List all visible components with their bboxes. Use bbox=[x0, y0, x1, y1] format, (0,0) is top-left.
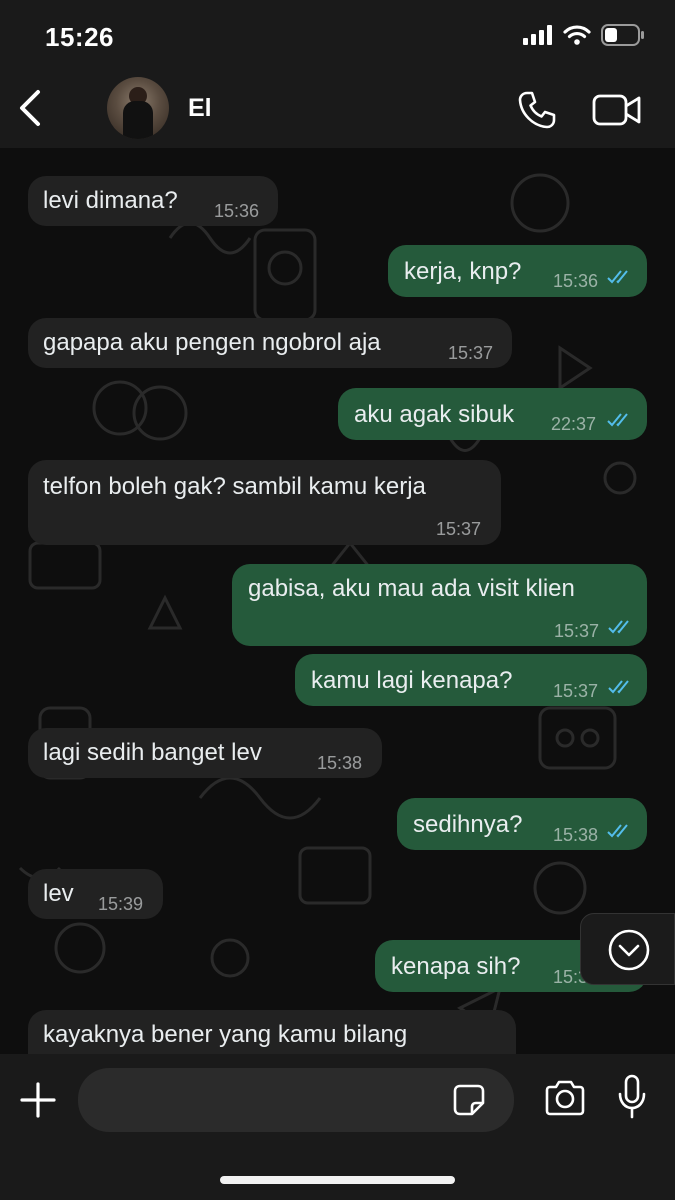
message-time: 15:37 bbox=[554, 621, 600, 641]
message-incoming[interactable]: lagi sedih banget lev 15:38 bbox=[28, 728, 382, 778]
message-outgoing[interactable]: aku agak sibuk 22:37 bbox=[338, 388, 647, 440]
message-text: kamu lagi kenapa? bbox=[311, 667, 513, 694]
microphone-button[interactable] bbox=[616, 1074, 648, 1120]
message-time: 15:37 bbox=[553, 681, 599, 701]
status-time: 15:26 bbox=[45, 22, 114, 52]
home-indicator[interactable] bbox=[220, 1176, 455, 1184]
message-incoming[interactable]: levi dimana? 15:36 bbox=[28, 176, 278, 226]
message-time: 15:37 bbox=[436, 519, 482, 539]
scroll-to-bottom-button[interactable] bbox=[580, 913, 675, 985]
read-ticks-icon bbox=[608, 620, 629, 634]
message-time: 15:38 bbox=[317, 753, 363, 773]
message-outgoing[interactable]: sedihnya? 15:38 bbox=[397, 798, 647, 850]
camera-button[interactable] bbox=[543, 1078, 587, 1118]
contact-name[interactable]: El bbox=[188, 94, 212, 123]
chevron-down-circle-icon bbox=[608, 929, 650, 971]
chat-area[interactable]: levi dimana? 15:36 kerja, knp? 15:36 gap… bbox=[0, 148, 675, 1054]
message-text: kerja, knp? bbox=[404, 258, 522, 285]
chat-header: El bbox=[0, 70, 675, 149]
battery-icon bbox=[601, 24, 644, 46]
plus-icon bbox=[20, 1082, 56, 1118]
message-text: kenapa sih? bbox=[391, 953, 521, 980]
sticker-button[interactable] bbox=[452, 1083, 486, 1117]
message-text: lagi sedih banget lev bbox=[43, 739, 262, 766]
message-time: 15:38 bbox=[553, 825, 599, 845]
message-time: 15:39 bbox=[98, 894, 144, 914]
message-input[interactable] bbox=[78, 1068, 514, 1132]
status-bar: 15:26 bbox=[0, 0, 675, 70]
message-outgoing[interactable]: kerja, knp? 15:36 bbox=[388, 245, 647, 297]
message-time: 15:36 bbox=[214, 201, 260, 221]
message-time: 15:37 bbox=[448, 343, 494, 363]
read-ticks-icon bbox=[607, 824, 628, 838]
read-ticks-icon bbox=[608, 680, 629, 694]
chevron-left-icon bbox=[20, 90, 40, 126]
message-outgoing[interactable]: gabisa, aku mau ada visit klien 15:37 bbox=[232, 564, 647, 646]
message-text: lev bbox=[43, 880, 74, 907]
sticker-icon bbox=[453, 1084, 485, 1116]
message-text: levi dimana? bbox=[43, 187, 178, 214]
wifi-icon bbox=[563, 25, 591, 45]
avatar[interactable] bbox=[107, 77, 169, 139]
status-icons bbox=[523, 24, 645, 46]
message-time: 15:36 bbox=[553, 271, 599, 291]
message-text: aku agak sibuk bbox=[354, 401, 515, 428]
message-text: telfon boleh gak? sambil kamu kerja bbox=[43, 473, 426, 500]
message-text: gapapa aku pengen ngobrol aja bbox=[43, 329, 381, 356]
video-call-button[interactable] bbox=[592, 92, 642, 128]
read-ticks-icon bbox=[607, 270, 628, 284]
message-incoming[interactable]: lev 15:39 bbox=[28, 869, 163, 919]
message-input-bar bbox=[0, 1054, 675, 1200]
signal-icon bbox=[523, 25, 552, 45]
phone-icon bbox=[518, 91, 556, 129]
message-incoming[interactable]: kayaknya bener yang kamu bilang bbox=[28, 1010, 516, 1054]
message-text: sedihnya? bbox=[413, 811, 523, 838]
video-camera-icon bbox=[592, 94, 641, 126]
attach-button[interactable] bbox=[18, 1080, 58, 1120]
microphone-icon bbox=[618, 1074, 646, 1119]
message-time: 22:37 bbox=[551, 414, 597, 434]
message-incoming[interactable]: gapapa aku pengen ngobrol aja 15:37 bbox=[28, 318, 512, 368]
voice-call-button[interactable] bbox=[515, 88, 559, 132]
read-ticks-icon bbox=[607, 413, 628, 427]
message-incoming[interactable]: telfon boleh gak? sambil kamu kerja 15:3… bbox=[28, 460, 501, 545]
camera-icon bbox=[545, 1080, 585, 1116]
message-text: kayaknya bener yang kamu bilang bbox=[43, 1021, 408, 1048]
message-text: gabisa, aku mau ada visit klien bbox=[248, 575, 575, 602]
message-outgoing[interactable]: kamu lagi kenapa? 15:37 bbox=[295, 654, 647, 706]
back-button[interactable] bbox=[12, 86, 52, 130]
